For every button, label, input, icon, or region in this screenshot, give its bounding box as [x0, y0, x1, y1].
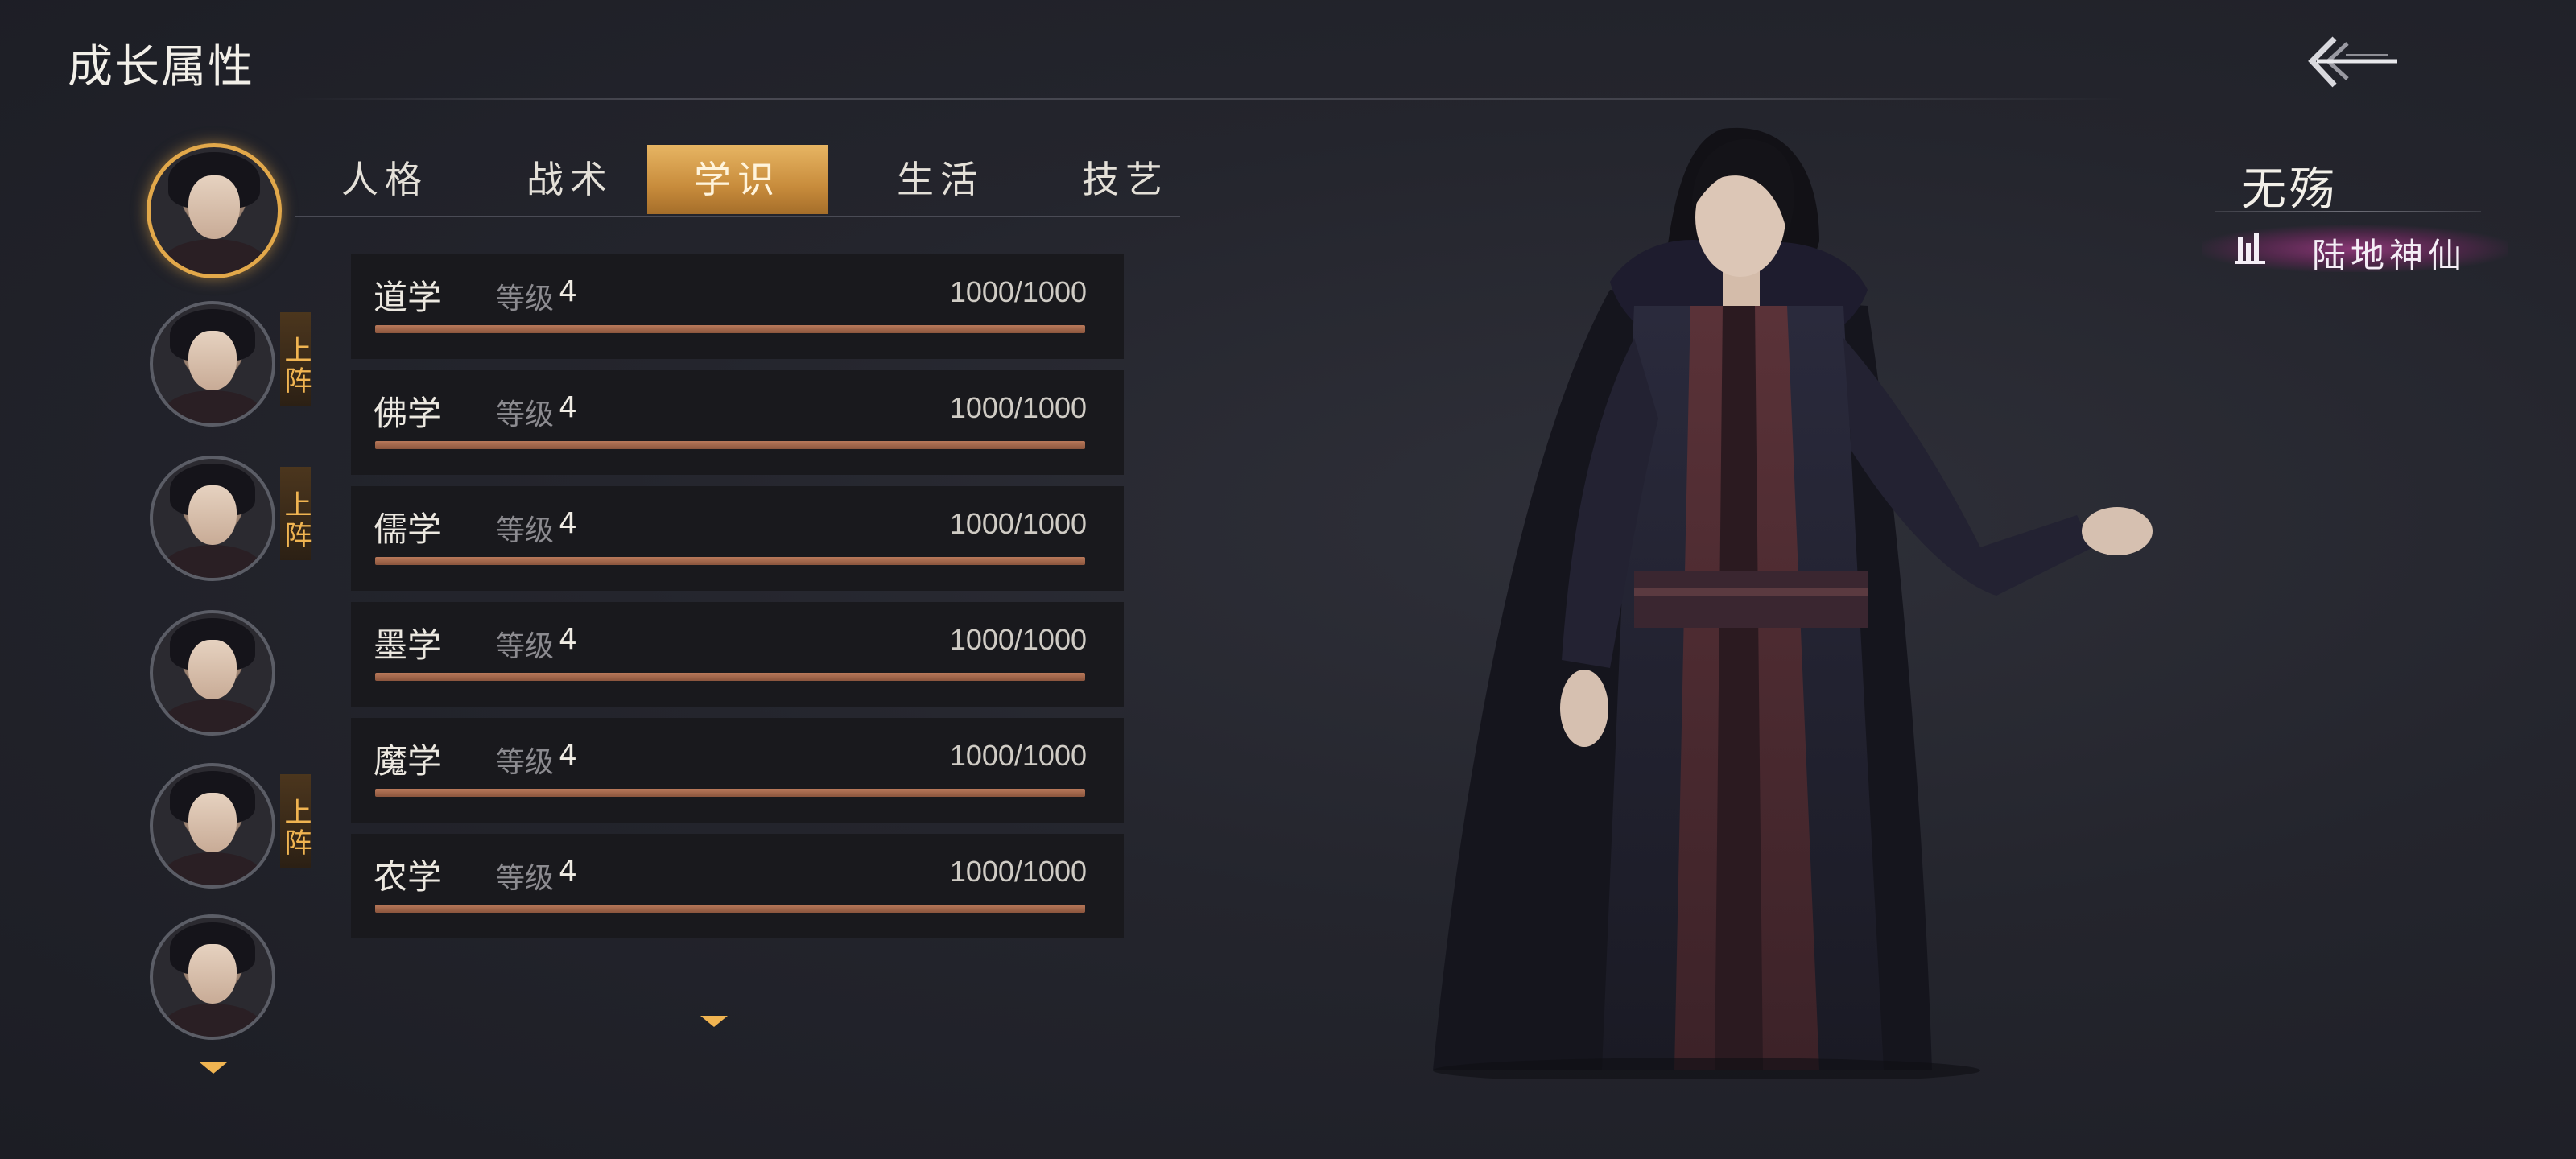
progress-fill — [375, 557, 1085, 565]
skill-row: 道学 等级 4 1000/1000 — [351, 254, 1124, 359]
tab-craft[interactable]: 技艺 — [1035, 145, 1216, 214]
progress-text: 1000/1000 — [949, 739, 1087, 772]
chevron-down-icon[interactable] — [700, 1016, 728, 1027]
character-model — [1433, 127, 2153, 1079]
level-value: 4 — [559, 391, 577, 424]
tab-life[interactable]: 生活 — [850, 145, 1030, 214]
level-label: 等级 — [496, 398, 555, 431]
level-label: 等级 — [496, 283, 555, 316]
portrait-4[interactable] — [150, 610, 275, 736]
skill-row: 农学 等级 4 1000/1000 — [351, 834, 1124, 938]
skill-name: 墨学 — [374, 625, 442, 665]
progress-bar — [375, 673, 1085, 681]
rank-icon — [2235, 233, 2265, 264]
tabs-divider — [295, 216, 1180, 217]
rank-title: 陆地神仙 — [2312, 236, 2467, 275]
progress-bar — [375, 557, 1085, 565]
tab-personality[interactable]: 人格 — [295, 145, 475, 214]
portrait-2[interactable] — [150, 301, 275, 427]
progress-bar — [375, 325, 1085, 333]
level-label: 等级 — [496, 630, 555, 663]
page-title: 成长属性 — [68, 41, 254, 93]
progress-fill — [375, 441, 1085, 449]
tab-tactics[interactable]: 战术 — [480, 145, 660, 214]
progress-text: 1000/1000 — [949, 391, 1087, 424]
category-tabs: 人格 战术 学识 生活 技艺 — [295, 145, 1180, 217]
level-value: 4 — [559, 507, 577, 540]
portrait-selected[interactable] — [147, 143, 282, 278]
skill-name: 农学 — [374, 857, 442, 897]
level-label: 等级 — [496, 862, 555, 895]
progress-text: 1000/1000 — [949, 623, 1087, 656]
level-value: 4 — [559, 623, 577, 656]
level-label: 等级 — [496, 514, 555, 547]
level-value: 4 — [559, 275, 577, 308]
deploy-badge: 上阵 — [279, 774, 312, 868]
character-name: 无殇 — [2241, 163, 2338, 216]
back-button[interactable] — [2299, 23, 2404, 103]
rank-title-banner: 陆地神仙 — [2202, 225, 2508, 275]
skill-row: 墨学 等级 4 1000/1000 — [351, 602, 1124, 707]
progress-fill — [375, 905, 1085, 913]
portrait-5[interactable] — [150, 763, 275, 889]
tab-knowledge[interactable]: 学识 — [647, 145, 828, 214]
progress-fill — [375, 789, 1085, 797]
progress-bar — [375, 441, 1085, 449]
skill-row: 儒学 等级 4 1000/1000 — [351, 486, 1124, 591]
progress-fill — [375, 673, 1085, 681]
progress-bar — [375, 789, 1085, 797]
progress-bar — [375, 905, 1085, 913]
level-value: 4 — [559, 739, 577, 772]
deploy-badge: 上阵 — [279, 312, 312, 406]
chevron-down-icon[interactable] — [200, 1062, 227, 1074]
progress-text: 1000/1000 — [949, 275, 1087, 308]
skill-name: 魔学 — [374, 741, 442, 781]
skill-row: 佛学 等级 4 1000/1000 — [351, 370, 1124, 475]
progress-text: 1000/1000 — [949, 507, 1087, 540]
progress-text: 1000/1000 — [949, 855, 1087, 888]
portrait-3[interactable] — [150, 456, 275, 581]
portrait-6[interactable] — [150, 914, 275, 1040]
name-divider — [2215, 211, 2481, 212]
level-label: 等级 — [496, 746, 555, 779]
skill-name: 儒学 — [374, 509, 442, 549]
skill-name: 佛学 — [374, 394, 442, 433]
skill-name: 道学 — [374, 278, 442, 317]
back-arrow-icon — [2308, 36, 2397, 88]
progress-fill — [375, 325, 1085, 333]
deploy-badge: 上阵 — [279, 467, 312, 560]
level-value: 4 — [559, 855, 577, 888]
skill-row: 魔学 等级 4 1000/1000 — [351, 718, 1124, 823]
